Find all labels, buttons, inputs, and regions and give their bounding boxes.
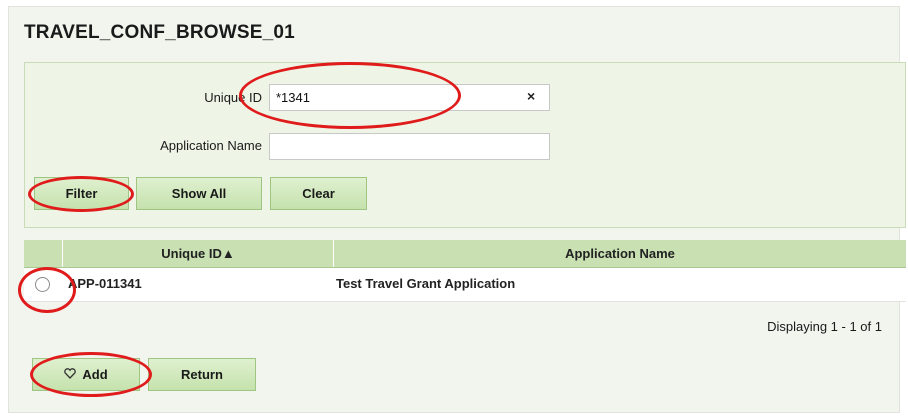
page-title: TRAVEL_CONF_BROWSE_01 [24,22,295,43]
clear-input-icon[interactable]: × [527,88,535,104]
return-button-label: Return [181,367,223,382]
unique-id-input[interactable] [269,84,550,111]
filter-button[interactable]: Filter [34,177,129,210]
filter-button-label: Filter [65,186,98,201]
cell-unique-id: APP-011341 [68,276,142,291]
pager-status: Displaying 1 - 1 of 1 [767,319,882,334]
add-button-label: Add [82,367,108,382]
show-all-button-label: Show All [171,186,227,201]
cell-application-name: Test Travel Grant Application [336,276,516,291]
check-heart-icon [64,367,77,382]
show-all-button[interactable]: Show All [136,177,262,210]
row-select-radio[interactable] [35,277,50,292]
add-button[interactable]: Add [32,358,140,391]
clear-button[interactable]: Clear [270,177,367,210]
clear-button-label: Clear [302,186,335,201]
column-header-application-name[interactable]: Application Name [334,240,906,267]
column-header-unique-id[interactable]: Unique ID▲ [63,240,334,267]
results-grid-header: Unique ID▲ Application Name [24,240,906,268]
unique-id-label: Unique ID [204,90,262,105]
return-button[interactable]: Return [148,358,256,391]
application-name-input[interactable] [269,133,550,160]
application-name-label: Application Name [160,138,262,153]
select-column-header [24,240,63,267]
table-row[interactable]: APP-011341 Test Travel Grant Application [24,268,906,302]
